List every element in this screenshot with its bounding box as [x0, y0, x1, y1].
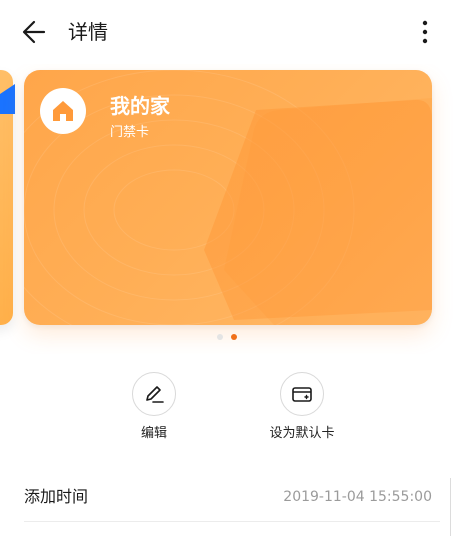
card-logo: [40, 88, 86, 134]
edit-pencil-icon: [146, 386, 164, 403]
card-corner-badge: [0, 84, 15, 114]
previous-card[interactable]: [0, 70, 15, 325]
added-time-label: 添加时间: [24, 487, 89, 506]
edit-label: 编辑: [140, 426, 167, 441]
set-default-card-button[interactable]: 设为默认卡: [252, 372, 352, 446]
added-time-row: 添加时间 2019-11-04 15:55:00: [24, 472, 440, 522]
access-card[interactable]: 我的家 门禁卡: [24, 70, 432, 325]
page-title: 详情: [68, 20, 108, 44]
home-icon: [53, 101, 73, 121]
set-default-label: 设为默认卡: [269, 426, 335, 441]
card-type: 门禁卡: [110, 125, 150, 140]
pager-dot[interactable]: [217, 334, 223, 340]
pager-dot-active[interactable]: [231, 334, 237, 340]
edit-button[interactable]: 编辑: [104, 372, 204, 446]
back-button[interactable]: [18, 16, 54, 48]
card-default-icon: [292, 387, 312, 402]
added-time-value: 2019-11-04 15:55:00: [283, 489, 432, 505]
edit-button-circle[interactable]: [132, 372, 176, 416]
more-options-button[interactable]: [410, 14, 440, 50]
more-vertical-icon: [422, 20, 428, 44]
top-app-bar: 详情: [0, 0, 454, 64]
card-name: 我的家: [110, 94, 170, 118]
card-carousel[interactable]: 我的家 门禁卡: [0, 64, 454, 354]
back-arrow-icon: [22, 20, 46, 44]
scroll-edge-divider: [450, 478, 451, 536]
set-default-button-circle[interactable]: [280, 372, 324, 416]
carousel-pager: [0, 334, 454, 344]
